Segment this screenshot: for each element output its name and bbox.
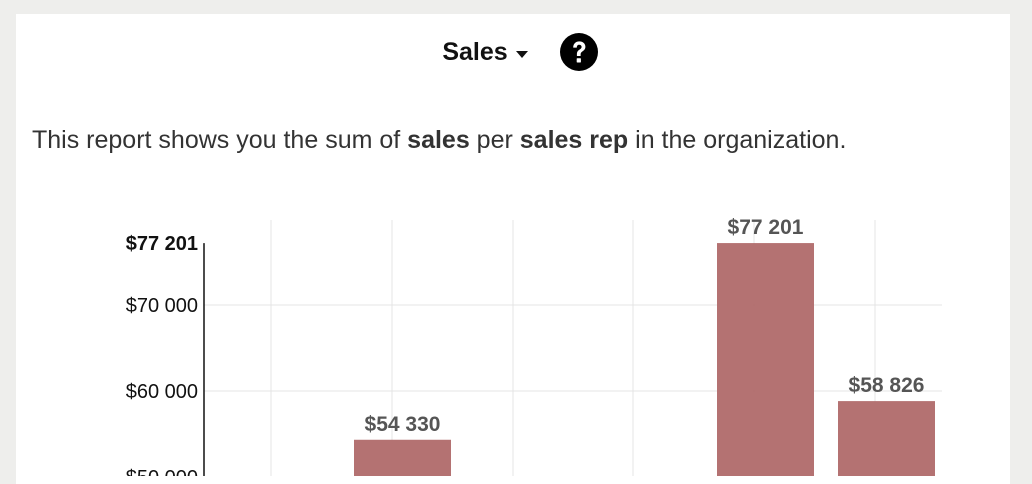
y-tick-label: $50 000 bbox=[126, 467, 198, 476]
bar[interactable] bbox=[717, 243, 814, 476]
sales-bar-chart: $50 000 $60 000 $70 000 $77 201 $54 330 $77 2… bbox=[126, 216, 942, 476]
bar-value-label: $54 330 bbox=[365, 413, 441, 436]
bar[interactable] bbox=[354, 439, 451, 476]
y-tick-label: $60 000 bbox=[126, 381, 198, 403]
bar-value-label: $77 201 bbox=[728, 216, 804, 239]
bar-value-label: $58 826 bbox=[849, 374, 925, 397]
y-tick-label: $70 000 bbox=[126, 295, 198, 317]
bar[interactable] bbox=[838, 401, 935, 476]
y-tick-label: $77 201 bbox=[126, 233, 198, 255]
report-card: Sales This report shows you the sum of s… bbox=[16, 14, 1010, 484]
